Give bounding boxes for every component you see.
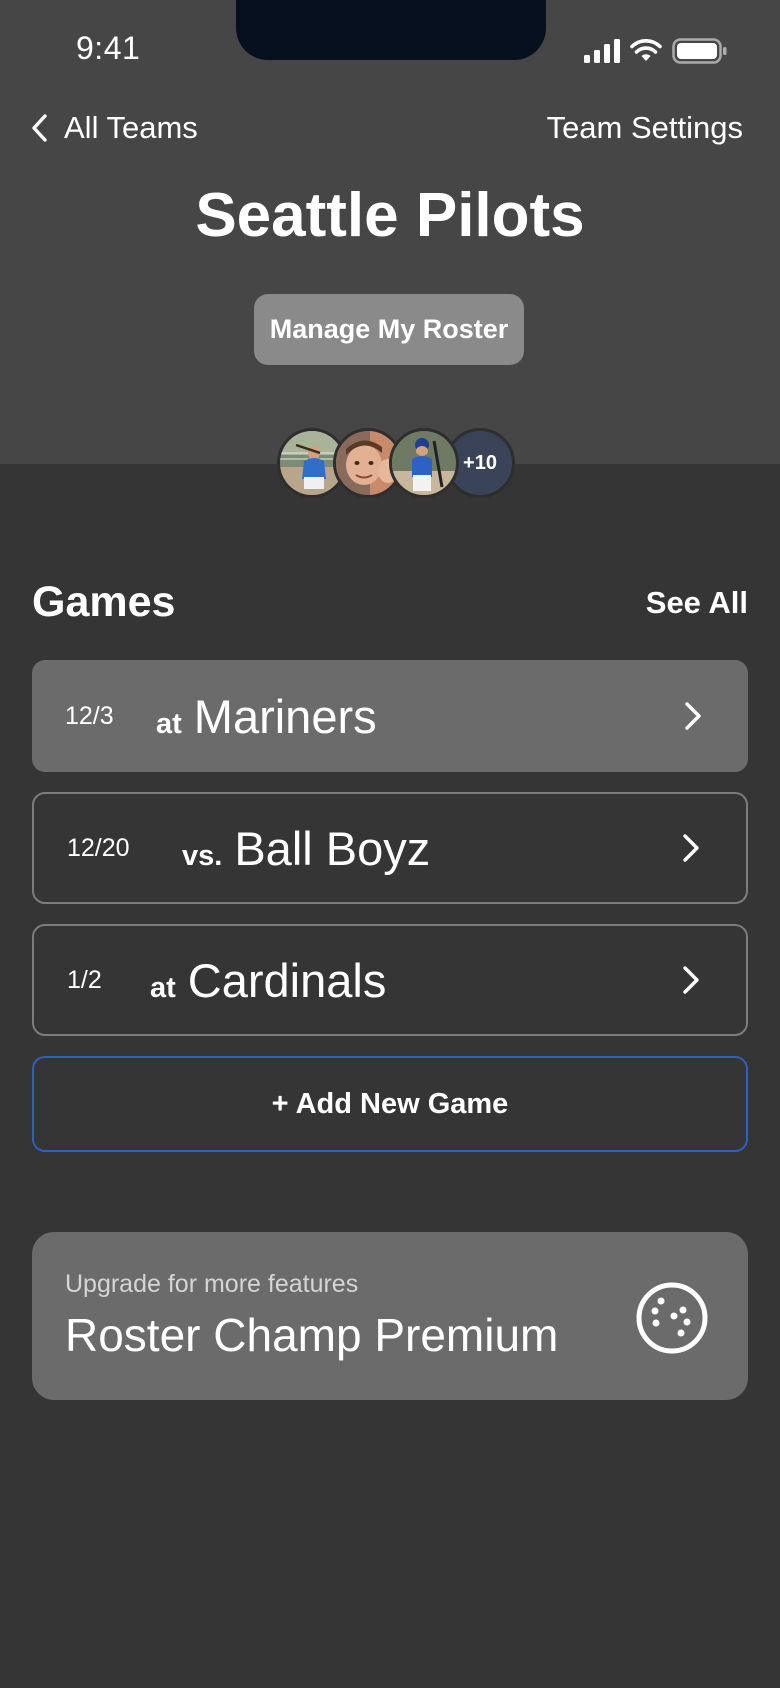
game-row[interactable]: 12/3 at Mariners (32, 660, 748, 772)
manage-roster-button[interactable]: Manage My Roster (254, 294, 524, 365)
games-section-title: Games (32, 578, 176, 626)
game-opponent-name: Mariners (193, 689, 377, 743)
game-date: 12/20 (67, 833, 130, 862)
premium-title: Roster Champ Premium (65, 1309, 559, 1361)
game-date: 12/3 (65, 701, 114, 730)
chevron-left-icon (32, 114, 47, 142)
game-home-away: at (156, 707, 182, 740)
baseball-icon (636, 1282, 708, 1354)
cellular-signal-icon (584, 39, 620, 63)
game-opponent-name: Cardinals (187, 953, 387, 1007)
device-notch (236, 0, 546, 60)
premium-upgrade-card[interactable]: Upgrade for more features Roster Champ P… (32, 1232, 748, 1400)
game-row[interactable]: 12/20 vs. Ball Boyz (32, 792, 748, 904)
game-opponent-name: Ball Boyz (234, 821, 431, 875)
back-to-all-teams-button[interactable]: All Teams (30, 110, 198, 146)
game-home-away: at (150, 971, 176, 1004)
add-new-game-button[interactable]: + Add New Game (32, 1056, 748, 1152)
game-opponent: vs. Ball Boyz (182, 821, 430, 876)
page-title: Seattle Pilots (195, 181, 585, 250)
premium-subtitle: Upgrade for more features (65, 1270, 359, 1298)
see-all-games-link[interactable]: See All (646, 585, 748, 621)
team-settings-button[interactable]: Team Settings (547, 110, 743, 146)
game-home-away: vs. (182, 839, 223, 872)
chevron-right-icon (685, 702, 701, 730)
chevron-right-icon (683, 834, 699, 862)
status-icons (584, 36, 728, 66)
game-date: 1/2 (67, 965, 102, 994)
game-opponent: at Mariners (156, 689, 377, 744)
wifi-icon (630, 39, 662, 61)
game-opponent: at Cardinals (150, 953, 386, 1008)
game-row[interactable]: 1/2 at Cardinals (32, 924, 748, 1036)
player-photo (392, 431, 456, 495)
chevron-right-icon (683, 966, 699, 994)
back-label: All Teams (64, 110, 198, 145)
status-time: 9:41 (76, 30, 141, 66)
avatar[interactable] (389, 428, 459, 498)
battery-icon (672, 38, 727, 64)
roster-avatars[interactable]: +10 (277, 428, 515, 498)
